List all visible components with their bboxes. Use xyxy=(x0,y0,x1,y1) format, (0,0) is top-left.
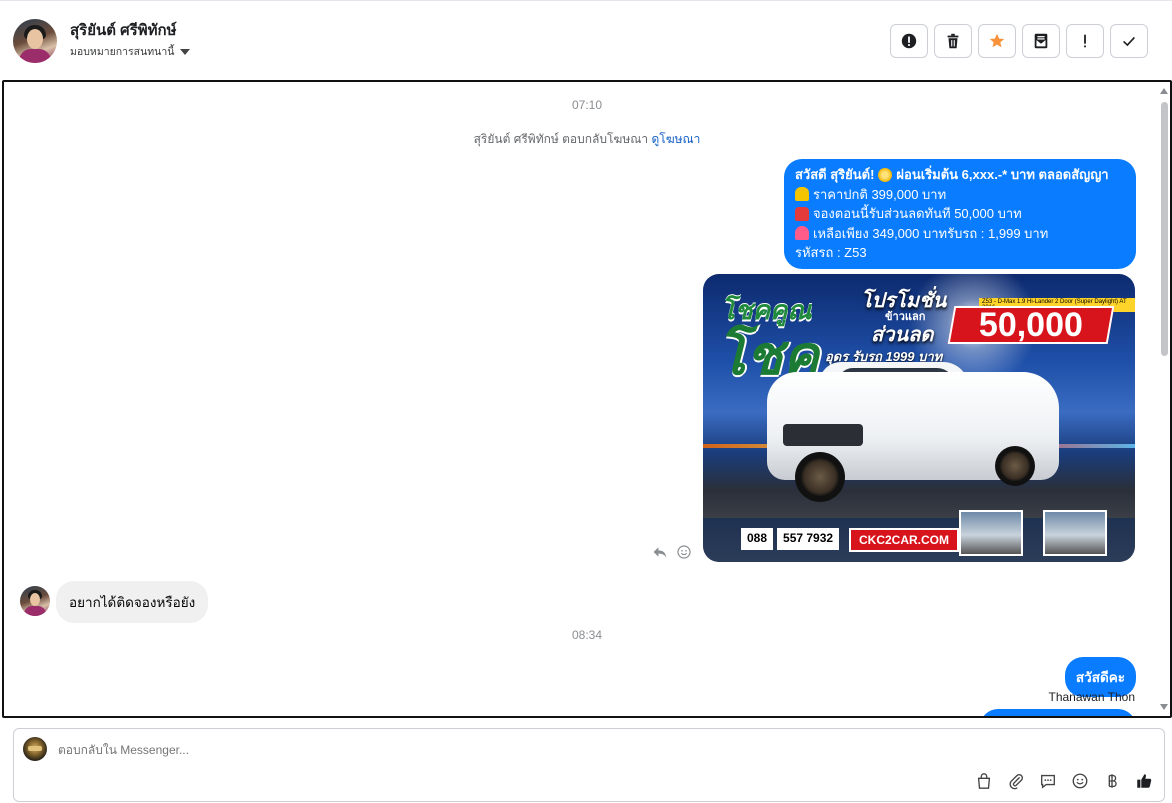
trash-icon xyxy=(947,33,959,49)
shopping-bag-icon[interactable] xyxy=(974,771,994,791)
ad-reply-text: สุริยันต์ ศรีพิทักษ์ ตอบกลับโฆษณา xyxy=(473,132,649,146)
sparkles-icon xyxy=(878,167,893,182)
message-actions xyxy=(652,544,692,560)
reply-input[interactable] xyxy=(58,743,558,757)
timestamp: 08:34 xyxy=(571,628,603,642)
timestamp: 07:10 xyxy=(571,98,603,112)
reply-icon[interactable] xyxy=(652,544,668,560)
baht-icon[interactable] xyxy=(1102,771,1122,791)
message-line: รหัสรถ : Z53 xyxy=(795,245,867,260)
scrollbar[interactable] xyxy=(1158,82,1170,716)
composer-toolbar xyxy=(974,771,1154,791)
ribbon-icon xyxy=(795,226,809,241)
alert-circle-icon xyxy=(901,33,917,49)
message-line: จองตอนนี้รับส่วนลดทันที 50,000 บาท xyxy=(795,204,1125,224)
outgoing-ad-message[interactable]: สวัสดี สุริยันต์! ผ่อนเริ่มต้น 6,xxx.-* … xyxy=(784,159,1136,269)
outgoing-message-partial[interactable] xyxy=(980,709,1136,716)
message-composer xyxy=(13,728,1165,802)
contact-name[interactable]: สุริยันต์ ศรีพิทักษ์ xyxy=(70,18,177,42)
conversation-toolbar xyxy=(890,24,1148,58)
star-button[interactable] xyxy=(978,24,1016,58)
contact-avatar[interactable] xyxy=(13,19,57,63)
truck-wheel xyxy=(995,446,1035,486)
contact-avatar-small[interactable] xyxy=(20,586,50,616)
delete-button[interactable] xyxy=(934,24,972,58)
page-avatar xyxy=(23,737,47,761)
ad-reply-notice: สุริยันต์ ศรีพิทักษ์ ตอบกลับโฆษณา ดูโฆษณ… xyxy=(4,130,1170,149)
star-icon xyxy=(989,33,1005,48)
caret-down-icon xyxy=(180,48,191,55)
react-emoji-icon[interactable] xyxy=(676,544,692,560)
ad-phone: 088 557 7932 xyxy=(741,528,840,550)
thumbs-up-icon[interactable] xyxy=(1134,771,1154,791)
scroll-up-arrow-icon[interactable] xyxy=(1160,88,1168,94)
message-line: ราคาปกติ 399,000 บาท xyxy=(795,185,1125,205)
ad-amount-box: 50,000 xyxy=(947,305,1115,344)
sender-name: Thanawan Thon xyxy=(1048,690,1135,704)
truck-grille xyxy=(783,424,863,446)
incoming-message[interactable]: อยากได้ติดจองหรือยัง xyxy=(56,581,209,623)
check-icon xyxy=(1123,36,1135,47)
mark-spam-button[interactable] xyxy=(890,24,928,58)
emoji-icon[interactable] xyxy=(1070,771,1090,791)
scroll-down-arrow-icon[interactable] xyxy=(1160,704,1168,710)
conversation-header: สุริยันต์ ศรีพิทักษ์ มอบหมายการสนทนานี้ xyxy=(0,0,1172,80)
car-icon xyxy=(795,206,809,221)
ad-image-attachment[interactable]: โชคคูณ โชค โปรโมชั่น Z53 - D-Max 1.9 Hi-… xyxy=(703,274,1135,562)
truck-wheel xyxy=(795,452,845,502)
ad-website: CKC2CAR.COM xyxy=(849,528,959,552)
mark-done-button[interactable] xyxy=(1110,24,1148,58)
ad-amount: 50,000 xyxy=(979,305,1083,344)
message-line: เหลือเพียง 349,000 บาทรับรถ : 1,999 บาท xyxy=(795,224,1125,244)
exclamation-icon xyxy=(1084,34,1086,48)
mail-archive-icon xyxy=(1034,33,1048,49)
follow-up-button[interactable] xyxy=(1066,24,1104,58)
bell-icon xyxy=(795,187,809,202)
archive-button[interactable] xyxy=(1022,24,1060,58)
assign-conversation-dropdown[interactable]: มอบหมายการสนทนานี้ xyxy=(70,43,191,60)
message-thread[interactable]: 07:10 สุริยันต์ ศรีพิทักษ์ ตอบกลับโฆษณา … xyxy=(2,80,1172,718)
saved-reply-icon[interactable] xyxy=(1038,771,1058,791)
view-ad-link[interactable]: ดูโฆษณา xyxy=(651,132,700,146)
assign-label: มอบหมายการสนทนานี้ xyxy=(70,46,175,58)
ad-thumbnail-front xyxy=(959,510,1023,556)
message-line: สวัสดี สุริยันต์! ผ่อนเริ่มต้น 6,xxx.-* … xyxy=(795,167,1109,182)
paperclip-icon[interactable] xyxy=(1006,771,1026,791)
ad-thumbnail-back xyxy=(1043,510,1107,556)
